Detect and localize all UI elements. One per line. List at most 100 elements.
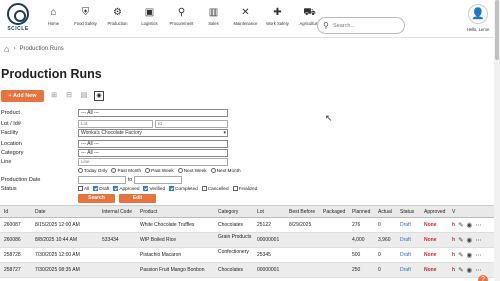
column-header[interactable]: Actual [378, 209, 392, 215]
settings-box-icon[interactable]: ◉ [94, 91, 104, 101]
cell-date: 7/30/2025 12:00 AM [35, 252, 80, 258]
line-input[interactable] [78, 157, 228, 166]
status-option[interactable]: Completed [169, 186, 198, 191]
add-new-button[interactable]: + Add New [1, 90, 44, 102]
cell-status[interactable]: Draft [400, 252, 411, 258]
column-header[interactable]: Id [4, 209, 8, 215]
history-icon[interactable]: h [452, 252, 455, 259]
pdf-icon[interactable]: ▤ [79, 91, 89, 101]
date-option[interactable]: Past Week [145, 168, 174, 173]
column-header[interactable]: Product [140, 209, 157, 215]
edit-icon[interactable]: ✎ [458, 236, 463, 244]
radio-icon[interactable] [78, 168, 83, 173]
more-icon[interactable]: ⋯ [475, 266, 482, 274]
location-select[interactable]: --- All --- [78, 139, 228, 148]
radio-icon[interactable] [111, 168, 117, 173]
date-to-input[interactable] [134, 175, 183, 184]
date-option[interactable]: Past Month [111, 168, 141, 173]
edit-button[interactable]: Edit [119, 194, 156, 203]
checkbox-icon[interactable] [169, 186, 175, 191]
export-excel-icon[interactable]: ⊞ [49, 91, 59, 101]
status-option[interactable]: Draft [93, 186, 109, 191]
checkbox-icon[interactable] [93, 186, 99, 191]
column-header[interactable]: Planned [352, 209, 370, 215]
cell-status[interactable]: Draft [400, 237, 411, 243]
nav-item-home[interactable]: ⌂ Home [38, 5, 69, 35]
view-icon[interactable]: ◉ [467, 236, 473, 244]
cell-id[interactable]: 260087 [4, 222, 21, 228]
nav-item-work-safety[interactable]: ✚ Work Safety [262, 5, 293, 35]
product-select[interactable]: --- All --- [78, 108, 228, 117]
view-icon[interactable]: ◉ [467, 251, 473, 259]
search-button[interactable]: Search [78, 194, 115, 203]
radio-icon[interactable] [145, 168, 151, 173]
search-input[interactable] [333, 20, 403, 32]
edit-icon[interactable]: ✎ [458, 221, 463, 229]
checkbox-icon[interactable] [113, 186, 119, 191]
id-input[interactable] [155, 119, 228, 128]
date-option[interactable]: Next Month [210, 168, 241, 173]
column-header[interactable]: Best Before [289, 209, 315, 215]
table-row[interactable]: 258727 7/30/2025 08:35 AM Passion Fruit Ma… [0, 263, 494, 278]
checkbox-icon[interactable] [232, 186, 238, 191]
edit-icon[interactable]: ✎ [458, 266, 463, 274]
radio-icon[interactable] [210, 168, 216, 173]
more-icon[interactable]: ⋯ [475, 236, 482, 244]
column-header[interactable]: Status [400, 209, 414, 215]
history-icon[interactable]: h [452, 237, 455, 244]
history-icon[interactable]: h [452, 222, 455, 229]
cell-id[interactable]: 260086 [4, 237, 21, 243]
help-icon[interactable]: ? [478, 275, 488, 281]
bulk-edit-icon[interactable]: ⊟ [64, 91, 74, 101]
column-header[interactable]: Date [35, 209, 46, 215]
column-header[interactable]: Lot [257, 209, 264, 215]
more-icon[interactable]: ⋯ [475, 221, 482, 229]
status-option[interactable]: Finalized [232, 186, 257, 191]
nav-item-sales[interactable]: ▥ Sales [198, 5, 229, 35]
scicle-logo[interactable]: SCICLE [4, 3, 32, 33]
status-option[interactable]: Approved [113, 186, 139, 191]
nav-item-logistics[interactable]: ▣ Logistics [134, 5, 165, 35]
nav-item-procurement[interactable]: ⚲ Procurement [166, 5, 197, 35]
checkbox-icon[interactable] [143, 186, 149, 191]
cell-id[interactable]: 258727 [4, 267, 21, 273]
page-scrollbar[interactable] [494, 0, 500, 281]
user-menu[interactable]: 👤 Hello, Leron [462, 4, 494, 36]
radio-icon[interactable] [177, 168, 183, 173]
home-icon[interactable]: ⌂ [4, 44, 9, 54]
cell-status[interactable]: Draft [400, 222, 411, 228]
history-icon[interactable]: h [452, 267, 455, 274]
date-option[interactable]: Next Week [177, 168, 207, 173]
date-from-input[interactable] [78, 175, 126, 184]
table-row[interactable]: 260087 8/15/2025 12:00 AM White Chocolate … [0, 218, 494, 233]
column-header[interactable]: Category [218, 209, 238, 215]
table-row[interactable]: 258728 7/30/2025 12:00 AM Pistachio Macaro… [0, 248, 494, 263]
checkbox-icon[interactable] [78, 186, 83, 191]
lot-input[interactable] [78, 119, 153, 128]
status-option[interactable]: Verified [143, 186, 165, 191]
scrollbar-thumb[interactable] [495, 0, 499, 60]
column-header[interactable]: V [452, 209, 455, 215]
edit-icon[interactable]: ✎ [458, 251, 463, 259]
nav-item-production[interactable]: ⚙ Production [102, 5, 133, 35]
date-option[interactable]: Today Only [78, 168, 107, 173]
table-row[interactable]: 260086 8/8/2025 10:44 AM 533434 WIP Boiled … [0, 233, 494, 248]
column-header[interactable]: Packaged [323, 209, 345, 215]
status-option[interactable]: Cancelled [201, 186, 229, 191]
view-icon[interactable]: ◉ [467, 221, 473, 229]
more-icon[interactable]: ⋯ [475, 251, 482, 259]
user-avatar-icon[interactable]: 👤 [468, 4, 488, 24]
status-option[interactable]: All [78, 186, 89, 191]
facility-select[interactable]: Wonka's Chocolate Factory ▾ [78, 128, 228, 137]
view-icon[interactable]: ◉ [467, 266, 473, 274]
nav-item-food-safety[interactable]: ⛨ Food Safety [70, 5, 101, 35]
nav-item-maintenance[interactable]: ✕ Maintenance [230, 5, 261, 35]
cell-status[interactable]: Draft [400, 267, 411, 273]
category-select[interactable]: --- All --- [78, 148, 228, 157]
box-icon: ▣ [144, 7, 155, 18]
column-header[interactable]: Internal Code [102, 209, 132, 215]
column-header[interactable]: Approved [424, 209, 445, 215]
checkbox-icon[interactable] [201, 186, 207, 191]
global-search[interactable]: ⚲ [317, 17, 405, 34]
cell-id[interactable]: 258728 [4, 252, 21, 258]
